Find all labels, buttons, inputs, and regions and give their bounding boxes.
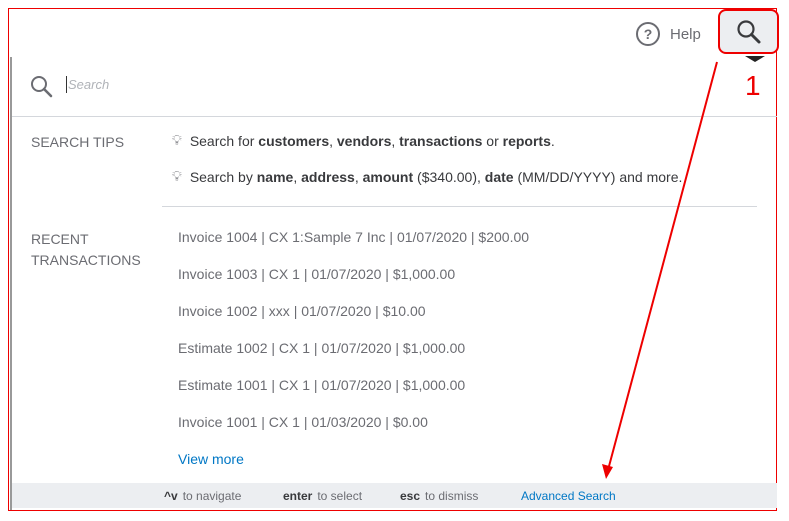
annotation-arrow bbox=[602, 61, 718, 479]
